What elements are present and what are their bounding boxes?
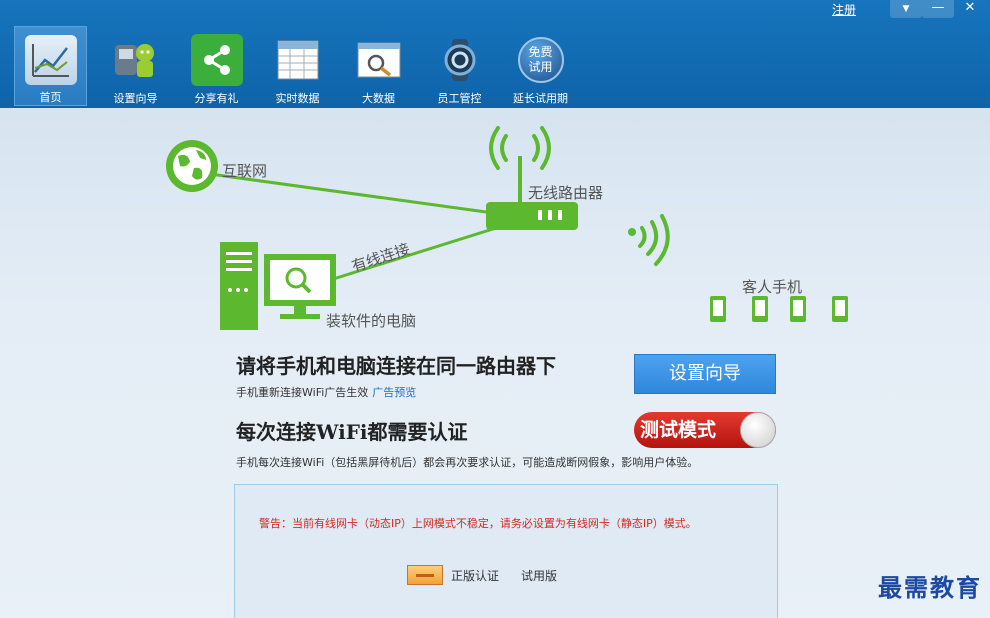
- wifi-signal-icon: [628, 214, 670, 266]
- same-router-heading: 请将手机和电脑连接在同一路由器下: [236, 354, 556, 378]
- magnifier-icon: [353, 34, 405, 86]
- same-router-subtext: 手机重新连接WiFi广告生效 广告预览: [236, 384, 416, 400]
- register-link[interactable]: 注册: [832, 1, 856, 18]
- nav-label-setup-wizard: 设置向导: [113, 92, 158, 105]
- phone-icons: [710, 296, 848, 322]
- nav-item-extend-trial[interactable]: 免费 试用 延长试用期: [500, 26, 581, 106]
- nav-label-extend-trial: 延长试用期: [513, 92, 568, 105]
- router-label: 无线路由器: [528, 184, 604, 202]
- main-content: 互联网 无线路由器 有线连接 装软件的电脑 客人手机 请将手机和电脑连接在同一路…: [0, 108, 990, 618]
- nav-label-home: 首页: [39, 91, 62, 104]
- nav-label-realtime-data: 实时数据: [275, 92, 320, 105]
- ad-preview-link[interactable]: 广告预览: [372, 386, 416, 399]
- main-nav: 首页 设置向导 分享有礼 实时数据 大数据 员工管控 免费 试用 延长试用期: [14, 26, 581, 106]
- robot-icon: [110, 34, 162, 86]
- free-trial-icon: 免费 试用: [515, 34, 567, 86]
- close-button[interactable]: ✕: [954, 0, 986, 18]
- nav-label-staff-control: 员工管控: [437, 92, 482, 105]
- nav-item-staff-control[interactable]: 员工管控: [419, 26, 500, 106]
- window-controls: 注册 ▼ — ✕: [832, 0, 986, 18]
- pc-label: 装软件的电脑: [326, 312, 417, 330]
- guest-phones-label: 客人手机: [742, 278, 803, 296]
- minimize-button[interactable]: —: [922, 0, 954, 18]
- router-icon: [486, 126, 578, 230]
- nav-item-big-data[interactable]: 大数据: [338, 26, 419, 106]
- watch-icon: [434, 34, 486, 86]
- ad-effect-text: 手机重新连接WiFi广告生效: [236, 386, 369, 399]
- table-icon: [272, 34, 324, 86]
- test-mode-toggle[interactable]: 测试模式: [634, 412, 776, 448]
- genuine-auth-link[interactable]: 正版认证: [451, 567, 499, 584]
- nav-item-home[interactable]: 首页: [14, 26, 87, 106]
- menu-dropdown-icon[interactable]: ▼: [890, 0, 922, 18]
- watermark-text: 最需教育: [878, 573, 982, 602]
- wifi-auth-subtext: 手机每次连接WiFi（包括黑屏待机后）都会再次要求认证，可能造成断网假象，影响用…: [236, 456, 699, 469]
- nav-item-realtime-data[interactable]: 实时数据: [257, 26, 338, 106]
- nav-item-setup-wizard[interactable]: 设置向导: [95, 26, 176, 106]
- network-diagram: [166, 126, 848, 330]
- share-icon: [190, 34, 243, 86]
- toggle-knob: [740, 412, 776, 448]
- internet-label: 互联网: [222, 162, 268, 180]
- network-warning-text: 警告：当前有线网卡（动态IP）上网模式不稳定，请务必设置为有线网卡（静态IP）模…: [259, 517, 697, 530]
- chart-icon: [24, 35, 77, 85]
- license-status-row: 正版认证 试用版: [407, 565, 557, 585]
- trial-version-label: 试用版: [521, 568, 558, 583]
- status-panel: 警告：当前有线网卡（动态IP）上网模式不稳定，请务必设置为有线网卡（静态IP）模…: [234, 484, 778, 618]
- globe-icon: [166, 140, 218, 192]
- nav-item-share[interactable]: 分享有礼: [176, 26, 257, 106]
- license-card-icon: [407, 565, 443, 585]
- wifi-auth-heading: 每次连接WiFi都需要认证: [236, 420, 468, 444]
- nav-label-big-data: 大数据: [362, 92, 395, 105]
- setup-wizard-button[interactable]: 设置向导: [634, 354, 776, 394]
- computer-icon: [220, 242, 336, 330]
- free-trial-badge: 免费 试用: [517, 37, 564, 83]
- nav-label-share: 分享有礼: [194, 92, 239, 105]
- top-toolbar: 注册 ▼ — ✕ 首页 设置向导 分享有礼 实时数据 大数据 员工管控 免费 试…: [0, 0, 990, 108]
- test-mode-label: 测试模式: [640, 419, 717, 441]
